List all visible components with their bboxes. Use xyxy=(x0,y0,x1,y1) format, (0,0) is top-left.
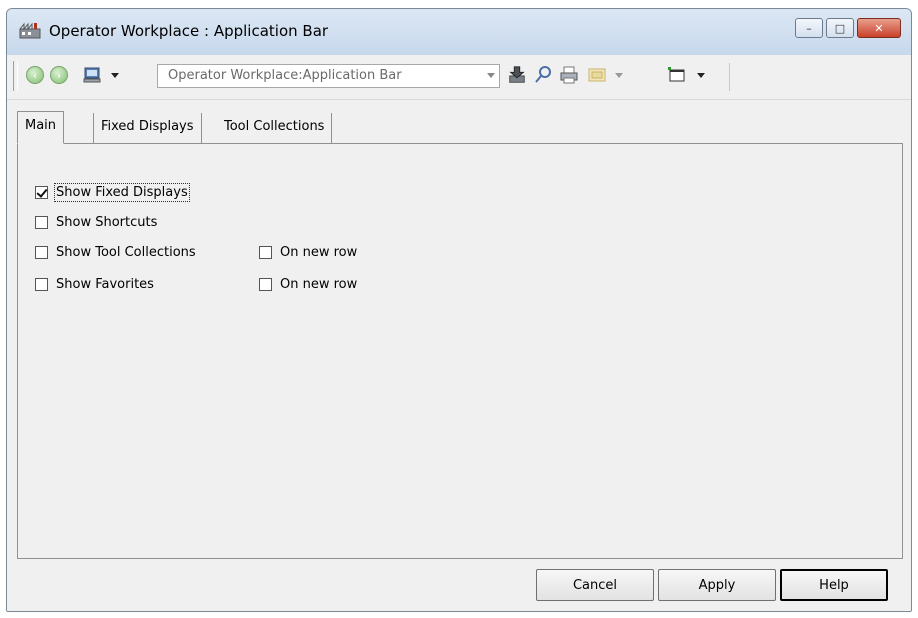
tool-collections-new-row-label[interactable]: On new row xyxy=(280,245,357,260)
window-view-icon xyxy=(668,67,685,82)
dialog-button-bar: Cancel Apply Help xyxy=(7,559,911,611)
show-shortcuts-label[interactable]: Show Shortcuts xyxy=(56,215,157,230)
minimize-button[interactable]: – xyxy=(795,18,823,38)
workplace-dropdown[interactable] xyxy=(105,65,125,85)
show-tool-collections-checkbox[interactable] xyxy=(35,245,48,259)
chevron-down-icon[interactable] xyxy=(487,73,495,78)
forward-button[interactable]: › xyxy=(49,65,69,85)
tool-collections-new-row-option[interactable]: On new row xyxy=(259,242,357,262)
tool-collections-new-row-checkbox[interactable] xyxy=(259,245,272,259)
forward-arrow-icon: › xyxy=(50,66,68,84)
show-favorites-label[interactable]: Show Favorites xyxy=(56,277,154,292)
cancel-button[interactable]: Cancel xyxy=(536,569,654,601)
properties-dropdown[interactable] xyxy=(609,65,629,85)
show-favorites-checkbox[interactable] xyxy=(35,277,48,291)
print-button[interactable] xyxy=(559,65,579,85)
show-fixed-displays-option[interactable]: Show Fixed Displays xyxy=(35,182,190,202)
pin-button[interactable] xyxy=(533,65,553,85)
workplace-button[interactable] xyxy=(83,65,103,85)
view-dropdown[interactable] xyxy=(691,65,711,85)
properties-button[interactable] xyxy=(587,65,607,85)
help-button[interactable]: Help xyxy=(780,569,888,601)
show-fixed-displays-checkbox[interactable] xyxy=(35,185,48,199)
tab-strip: Main Fixed Displays Tool Collections xyxy=(17,111,901,144)
toolbar: ‹ › Operator Workplace:Application Bar xyxy=(7,55,911,100)
dialog-window: Operator Workplace : Application Bar – □… xyxy=(6,8,912,612)
back-arrow-icon: ‹ xyxy=(26,66,44,84)
back-button[interactable]: ‹ xyxy=(25,65,45,85)
maximize-button[interactable]: □ xyxy=(826,18,854,38)
download-button[interactable] xyxy=(507,65,527,85)
close-button[interactable]: ✕ xyxy=(857,18,901,38)
view-button[interactable] xyxy=(667,65,687,85)
show-tool-collections-label[interactable]: Show Tool Collections xyxy=(56,245,196,260)
toolbar-separator xyxy=(729,63,730,91)
favorites-new-row-checkbox[interactable] xyxy=(259,277,272,291)
show-shortcuts-option[interactable]: Show Shortcuts xyxy=(35,212,157,232)
show-tool-collections-option[interactable]: Show Tool Collections xyxy=(35,242,196,262)
title-bar[interactable]: Operator Workplace : Application Bar – □… xyxy=(7,9,911,55)
apply-button[interactable]: Apply xyxy=(658,569,776,601)
window-title: Operator Workplace : Application Bar xyxy=(49,22,329,40)
show-favorites-option[interactable]: Show Favorites xyxy=(35,274,154,294)
pushpin-icon xyxy=(535,66,551,83)
show-fixed-displays-label[interactable]: Show Fixed Displays xyxy=(54,182,190,202)
favorites-new-row-label[interactable]: On new row xyxy=(280,277,357,292)
toolbar-grip[interactable] xyxy=(13,61,18,91)
chevron-down-icon xyxy=(111,72,119,78)
printer-icon xyxy=(560,66,578,84)
address-combobox[interactable]: Operator Workplace:Application Bar xyxy=(157,64,500,88)
favorites-new-row-option[interactable]: On new row xyxy=(259,274,357,294)
main-tab-panel: Show Fixed Displays Show Shortcuts Show … xyxy=(17,143,903,559)
tab-tool-collections[interactable]: Tool Collections xyxy=(217,113,333,143)
chevron-down-icon xyxy=(615,72,623,78)
factory-icon xyxy=(19,22,41,39)
window-controls: – □ ✕ xyxy=(792,18,901,38)
tab-main[interactable]: Main xyxy=(17,111,65,144)
address-value: Operator Workplace:Application Bar xyxy=(168,68,402,83)
show-shortcuts-checkbox[interactable] xyxy=(35,215,48,229)
tab-fixed-displays[interactable]: Fixed Displays xyxy=(93,113,202,143)
download-icon xyxy=(509,66,525,83)
properties-icon xyxy=(588,68,606,82)
chevron-down-icon xyxy=(697,72,705,78)
workstation-icon xyxy=(83,67,101,83)
